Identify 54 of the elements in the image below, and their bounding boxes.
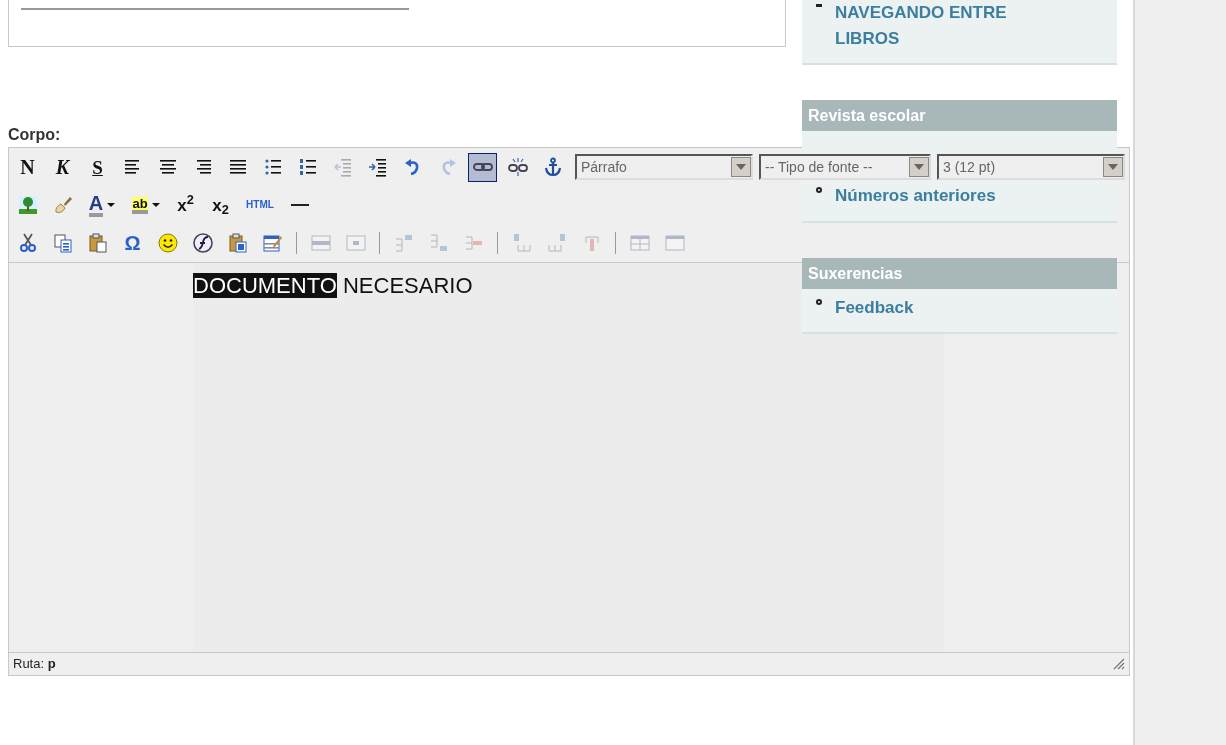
outdent-icon bbox=[332, 157, 353, 177]
flash-icon bbox=[192, 233, 213, 253]
copy-icon bbox=[52, 233, 73, 253]
italic-button[interactable]: K bbox=[48, 152, 77, 182]
dropdown-select[interactable]: 3 (12 pt) bbox=[937, 154, 1125, 180]
merge-cells-icon bbox=[664, 233, 685, 253]
table-edit-icon bbox=[262, 233, 283, 253]
bullet-icon bbox=[816, 298, 822, 305]
anchor-icon bbox=[542, 157, 563, 177]
bold-button[interactable]: N bbox=[13, 152, 42, 182]
table-row-icon bbox=[310, 233, 331, 253]
smiley-icon bbox=[157, 233, 178, 253]
horizontal-rule-icon bbox=[290, 204, 309, 206]
split-cells-icon bbox=[629, 233, 650, 253]
word-clipboard-icon bbox=[227, 233, 248, 253]
special-character-button[interactable]: Ω bbox=[118, 228, 147, 258]
highlight-button[interactable]: ab bbox=[127, 190, 165, 220]
justify-icon bbox=[227, 157, 248, 177]
bullet-icon bbox=[816, 4, 822, 7]
sidebar-link[interactable]: NAVEGANDO ENTRE LIBROS bbox=[835, 0, 1025, 51]
table-cell-icon bbox=[345, 233, 366, 253]
editor-text: DOCUMENTO bbox=[193, 273, 337, 298]
html-button[interactable]: HTML bbox=[241, 190, 279, 220]
scissors-icon bbox=[17, 233, 38, 253]
caret-icon bbox=[107, 203, 116, 207]
dropdown-select[interactable]: -- Tipo de fonte -- bbox=[759, 154, 931, 180]
dropdown-select[interactable]: Párrafo bbox=[575, 154, 753, 180]
bullet-icon bbox=[816, 187, 822, 193]
underline-button[interactable]: S bbox=[83, 152, 112, 182]
sidebar-link[interactable]: Feedback bbox=[835, 294, 914, 320]
superscript-button[interactable]: x$^{2}$ bbox=[171, 190, 200, 220]
align-center-icon bbox=[157, 157, 178, 177]
panel-title: Revista escolar bbox=[802, 100, 1117, 131]
brush-icon bbox=[52, 195, 73, 215]
panel-title: Suxerencias bbox=[802, 257, 1117, 289]
delete-row-icon bbox=[463, 233, 484, 253]
caret-icon bbox=[151, 203, 160, 207]
insert-column-icon bbox=[511, 233, 532, 253]
status-path: Ruta: p bbox=[13, 655, 56, 674]
broken-chain-icon bbox=[507, 157, 528, 177]
field-label: Corpo: bbox=[8, 125, 62, 145]
tree-picture-icon bbox=[17, 195, 38, 215]
insert-row-icon bbox=[428, 233, 449, 253]
insert-row-icon bbox=[393, 233, 414, 253]
resize-grip-icon[interactable] bbox=[1113, 658, 1125, 670]
sidebar-link[interactable]: Números anteriores bbox=[835, 183, 996, 209]
subscript-button[interactable]: x$_{2}$ bbox=[206, 190, 235, 220]
editor-text: NECESARIO bbox=[341, 273, 473, 298]
numbered-list-icon bbox=[297, 157, 318, 177]
indent-icon bbox=[367, 157, 388, 177]
insert-column-icon bbox=[546, 233, 567, 253]
font-color-button[interactable]: A bbox=[83, 190, 121, 220]
clipboard-icon bbox=[87, 233, 108, 253]
chain-link-button[interactable] bbox=[468, 152, 497, 182]
